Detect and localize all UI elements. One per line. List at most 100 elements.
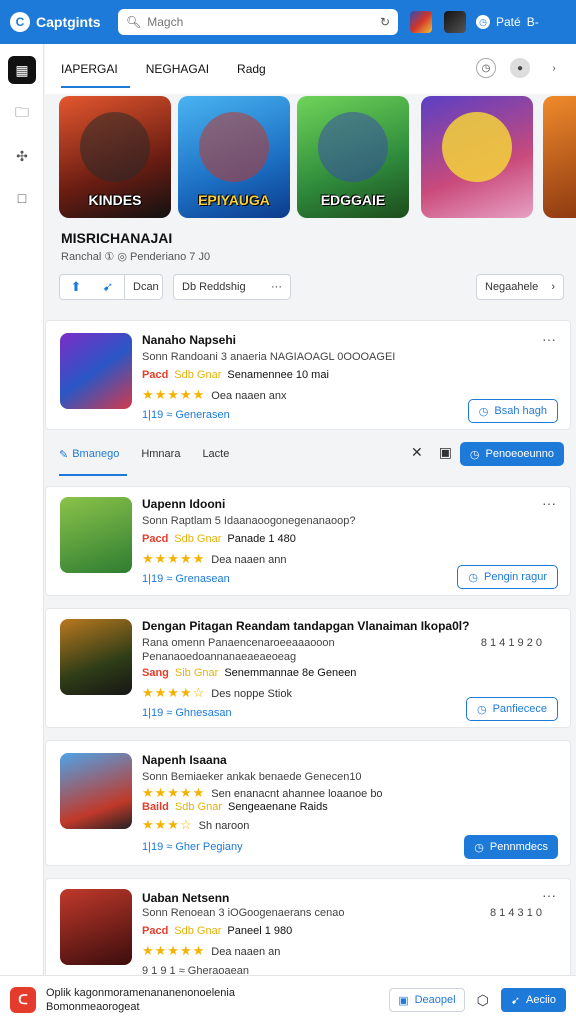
- card-action-button[interactable]: ◷ Pengin ragur: [457, 565, 558, 589]
- game-rating: ★★★★★ Dea naaen ann: [142, 551, 287, 566]
- pin-icon[interactable]: ⬆: [60, 279, 92, 295]
- game-meta[interactable]: 1|19 ≈ Grenasean: [142, 573, 230, 585]
- tab-1[interactable]: IAPERGAI: [61, 44, 130, 94]
- secondary-tabs: ✎ Bmanego Hmnara Lacte ✕ ▣ ◷ Penoeoeunno: [45, 432, 576, 476]
- game-meta[interactable]: 1|19 ≈ Ghnesasan: [142, 707, 232, 719]
- game-art: [60, 753, 132, 829]
- history-icon[interactable]: ◷: [476, 58, 496, 78]
- game-card[interactable]: Dengan Pitagan Reandam tandapgan Vlanaim…: [45, 608, 571, 728]
- search-input[interactable]: [147, 15, 374, 29]
- pencil-icon: ✎: [59, 448, 69, 461]
- box-icon: ▣: [398, 994, 409, 1007]
- more-icon[interactable]: ···: [542, 331, 556, 347]
- game-name: Uapenn Idooni: [142, 497, 226, 511]
- sort-button[interactable]: Negaahele ›: [476, 274, 564, 300]
- game-name: Napenh Isaana: [142, 753, 227, 767]
- featured-card[interactable]: [543, 96, 576, 218]
- cta-button[interactable]: ➹ Aeciio: [500, 988, 566, 1012]
- tag-icon[interactable]: ➹: [92, 279, 124, 295]
- bottom-bar: ᑕ Oplik kagonmoramenananenonoelenia Bomo…: [0, 975, 576, 1024]
- avatar[interactable]: [444, 11, 466, 33]
- secondary-button[interactable]: ▣ Deaopel: [389, 988, 465, 1012]
- game-genre: Pacd Sdb Gnar Panade 1 480: [142, 533, 296, 545]
- game-name: Uaban Netsenn: [142, 891, 230, 905]
- game-thumbnail[interactable]: [410, 11, 432, 33]
- logo-icon: C: [10, 12, 30, 32]
- game-card[interactable]: Uaban Netsenn 8 1 4 3 1 0 Sonn Renoean 3…: [45, 878, 571, 975]
- game-meta[interactable]: 1|19 ≈ Generasen: [142, 409, 230, 421]
- tab-3[interactable]: Radg: [237, 44, 266, 94]
- bottom-line-1: Oplik kagonmoramenananenonoelenia: [46, 987, 235, 999]
- user-suffix: B-: [526, 15, 539, 29]
- game-genre: Pacd Sdb Gnar Senamennee 10 mai: [142, 369, 329, 381]
- tab-lacte[interactable]: Lacte: [202, 432, 229, 476]
- more-icon[interactable]: ···: [542, 495, 556, 511]
- primary-action-button[interactable]: ◷ Penoeoeunno: [459, 442, 564, 466]
- settings-icon[interactable]: ⬡: [477, 992, 489, 1009]
- left-rail: ▦ 🗀︎ ✣ □: [0, 44, 44, 975]
- stars-icon: ★★★★★: [142, 943, 206, 958]
- more-icon: ···: [271, 281, 282, 293]
- game-card[interactable]: Napenh Isaana Sonn Bemiaeker ankak benae…: [45, 740, 571, 866]
- featured-card[interactable]: KINDES: [59, 96, 171, 218]
- filter-bar: ⬆ ➹ Dcan Db Reddshig ··· Negaahele ›: [59, 274, 564, 300]
- clock-icon: ◷: [478, 405, 489, 418]
- tab-bmanego[interactable]: ✎ Bmanego: [59, 432, 128, 476]
- app-logo[interactable]: C Captgints: [10, 12, 118, 32]
- game-art: [60, 619, 132, 695]
- search-box[interactable]: 🔍︎ ↻: [118, 9, 398, 35]
- featured-carousel: KINDES EPIYAUGA EDGGAIE: [59, 96, 576, 218]
- bottom-line-2: Bomonmeaorogeat: [46, 1001, 140, 1013]
- card-action-button[interactable]: ◷ Pennmdecs: [464, 835, 558, 859]
- app-title: Captgints: [36, 14, 101, 30]
- profile-icon[interactable]: ●: [510, 58, 530, 78]
- sort-label: Negaahele: [485, 281, 539, 293]
- game-card[interactable]: Uapenn Idooni Sonn Raptlam 5 Idaanaoogon…: [45, 486, 571, 596]
- game-meta[interactable]: 1|19 ≈ Gher Pegiany: [142, 841, 243, 853]
- app-icon[interactable]: ᑕ: [10, 987, 36, 1013]
- game-rating: ★★★★★ Dea naaen an: [142, 943, 281, 958]
- game-desc: Sonn Bemiaeker ankak benaede Genecen10: [142, 771, 362, 783]
- calendar-icon[interactable]: ▣: [439, 444, 452, 461]
- chevron-right-icon[interactable]: ›: [544, 58, 564, 78]
- clock-icon: ◷: [469, 448, 480, 461]
- bottom-actions: ▣ Deaopel ⬡ ➹ Aeciio: [389, 988, 566, 1012]
- game-name: Dengan Pitagan Reandam tandapgan Vlanaim…: [142, 619, 470, 633]
- stars-icon: ★★★★★: [142, 387, 206, 402]
- stars-icon: ★★★★★: [142, 551, 206, 566]
- folder-icon[interactable]: 🗀︎: [8, 100, 36, 128]
- grid-icon[interactable]: ▦: [8, 56, 36, 84]
- tab-2[interactable]: NEGHAGAI: [146, 44, 209, 94]
- refresh-icon[interactable]: ↻: [380, 16, 390, 28]
- game-meta[interactable]: 9 1 9 1 ≈ Gheraoaean: [142, 965, 249, 975]
- game-name: Nanaho Napsehi: [142, 333, 237, 347]
- game-desc-2: Penanaoedoannanaeaeaeoeag: [142, 651, 297, 663]
- section-title: MISRICHANAJAI: [61, 230, 173, 246]
- featured-card[interactable]: [421, 96, 533, 218]
- featured-card[interactable]: EPIYAUGA: [178, 96, 290, 218]
- game-code: 8 1 4 1 9 2 0: [480, 637, 542, 649]
- tab-hmnara[interactable]: Hmnara: [141, 432, 180, 476]
- stars-icon: ★★★★★: [142, 785, 206, 800]
- game-rating: ★★★★★ Oea naaen anx: [142, 387, 287, 402]
- game-genre: Pacd Sdb Gnar Paneel 1 980: [142, 925, 293, 937]
- game-genre: Baild Sdb Gnar Sengeaenane Raids: [142, 801, 328, 813]
- filter-group[interactable]: ⬆ ➹ Dcan: [59, 274, 163, 300]
- top-bar: C Captgints 🔍︎ ↻ ◷ Paté B-: [0, 0, 576, 44]
- filter-label: Dcan: [124, 274, 159, 300]
- user-menu[interactable]: ◷ Paté B-: [476, 15, 539, 29]
- more-icon[interactable]: ···: [542, 887, 556, 903]
- game-art: [60, 333, 132, 409]
- user-label: Paté: [496, 15, 521, 29]
- featured-card[interactable]: EDGGAIE: [297, 96, 409, 218]
- game-card[interactable]: Nanaho Napsehi Sonn Randoani 3 anaeria N…: [45, 320, 571, 430]
- card-action-button[interactable]: ◷ Bsah hagh: [467, 399, 558, 423]
- featured-title: KINDES: [88, 192, 142, 208]
- bottom-text: Oplik kagonmoramenananenonoelenia Bomonm…: [46, 986, 235, 1014]
- square-icon[interactable]: □: [8, 184, 36, 212]
- puzzle-icon[interactable]: ✣: [8, 142, 36, 170]
- cross-tool-icon[interactable]: ✕: [411, 444, 423, 461]
- game-rating-top: ★★★★★ Sen enanacnt ahannee loaanoe bo: [142, 785, 383, 800]
- filter-select[interactable]: Db Reddshig ···: [173, 274, 291, 300]
- card-action-button[interactable]: ◷ Panfiecece: [465, 697, 558, 721]
